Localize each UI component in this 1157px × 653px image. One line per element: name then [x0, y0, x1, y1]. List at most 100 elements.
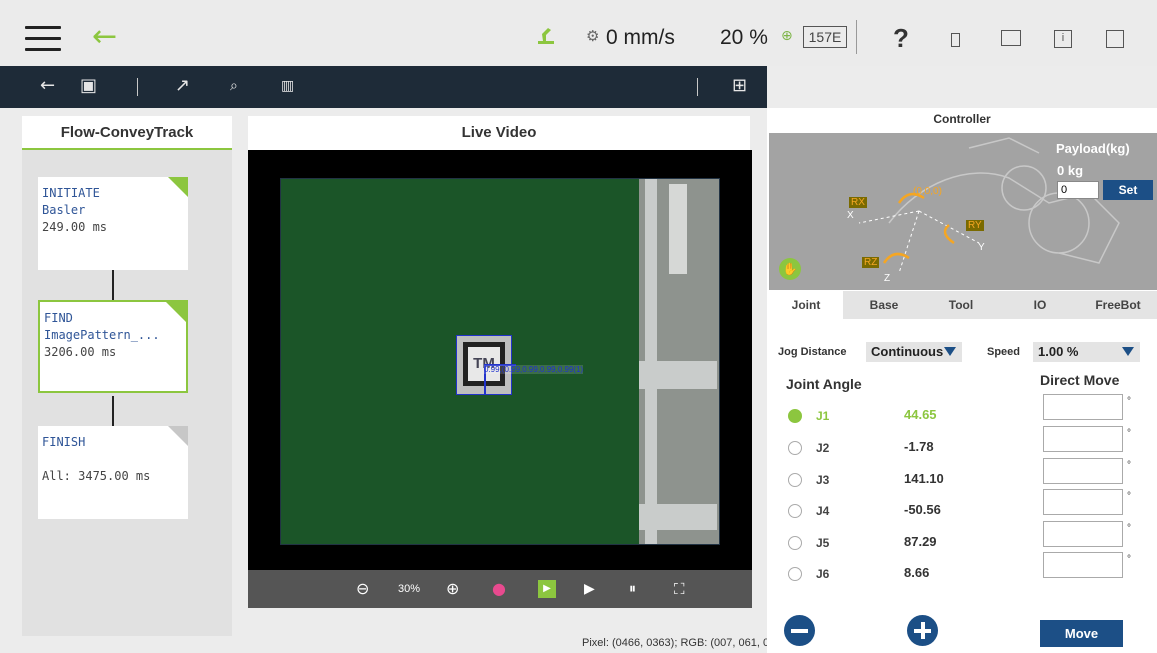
tab-freebot[interactable]: FreeBot	[1079, 291, 1157, 319]
joint-name: J6	[816, 567, 830, 581]
pattern-icon[interactable]: ⌕	[230, 75, 238, 97]
freebot-icon[interactable]: ✋	[779, 258, 801, 280]
direct-move-title: Direct Move	[1040, 372, 1120, 388]
joint-name: J5	[816, 536, 830, 550]
grid-icon[interactable]: ⊞	[732, 75, 747, 97]
flow-node-initiate[interactable]: INITIATE Basler 249.00 ms	[38, 177, 188, 270]
payload-set-button[interactable]: Set	[1103, 180, 1153, 200]
robot-status-icon	[538, 28, 554, 44]
speed-percent: 20 %	[720, 26, 768, 49]
display-icon[interactable]	[1001, 30, 1021, 46]
degree-unit: °	[1127, 491, 1131, 502]
pause-icon[interactable]: ⏸	[629, 580, 636, 598]
pixel-info: Pixel: (0466, 0363); RGB: (007, 061, 028…	[582, 637, 789, 649]
node-time: All: 3475.00 ms	[42, 469, 151, 483]
video-controls: ⊖ 30% ⊕ ● ▶ ▶ ⏸ ⛶	[248, 570, 752, 608]
back-icon[interactable]: ←	[40, 75, 55, 97]
flow-title: Flow-ConveyTrack	[22, 116, 232, 150]
degree-unit: °	[1127, 428, 1131, 439]
divider	[856, 20, 857, 54]
save-icon[interactable]: ▣	[80, 75, 97, 97]
joint-radio[interactable]	[788, 473, 802, 487]
tab-tool[interactable]: Tool	[926, 291, 996, 319]
degree-unit: °	[1127, 523, 1131, 534]
joint-row-j1: J1 44.65 °	[786, 394, 1156, 428]
controller-title: Controller	[933, 112, 991, 126]
speed-select-value: 1.00 %	[1038, 344, 1079, 359]
color-wheel-icon[interactable]: ●	[492, 580, 506, 598]
joint-value: 44.65	[904, 407, 937, 422]
direct-move-input[interactable]	[1043, 521, 1123, 547]
flow-node-find[interactable]: FIND ImagePattern_... 3206.00 ms	[38, 300, 188, 393]
payload-label: Payload(kg)	[1056, 141, 1130, 156]
flow-connector	[112, 270, 114, 300]
external-io-icon: ⊕	[781, 28, 793, 44]
axis-label-z: Z	[884, 273, 891, 284]
tab-base[interactable]: Base	[849, 291, 919, 319]
direct-move-input[interactable]	[1043, 394, 1123, 420]
joint-radio[interactable]	[788, 536, 802, 550]
menu-icon[interactable]	[25, 26, 61, 52]
joint-row-j4: J4 -50.56 °	[786, 489, 1156, 523]
zoom-out-icon[interactable]: ⊖	[356, 580, 369, 598]
payload-value: 0 kg	[1057, 163, 1084, 178]
barcode-icon[interactable]: ▥	[281, 75, 294, 97]
chevron-down-icon	[944, 347, 956, 356]
joint-value: -1.78	[904, 439, 934, 454]
flow-connector	[112, 396, 114, 426]
jog-distance-label: Jog Distance	[778, 346, 847, 358]
divider	[137, 78, 138, 96]
node-time: 249.00 ms	[42, 220, 108, 234]
trend-icon[interactable]: ↗	[175, 75, 190, 97]
jog-minus-button[interactable]	[784, 615, 815, 646]
direct-move-input[interactable]	[1043, 489, 1123, 515]
flow-node-finish[interactable]: FINISH All: 3475.00 ms	[38, 426, 188, 519]
controller-tabs: Joint Base Tool IO FreeBot	[769, 291, 1157, 319]
node-name: ImagePattern_...	[44, 328, 160, 342]
node-type: INITIATE	[42, 186, 100, 200]
play-icon[interactable]: ▶	[538, 580, 556, 598]
pattern-score-label: 0.99,(0.99,0.99,0.99,0.99(1)	[484, 365, 584, 374]
speed-icon: ⚙	[586, 27, 600, 45]
node-time: 3206.00 ms	[44, 345, 117, 359]
joint-name: J2	[816, 441, 830, 455]
chevron-down-icon	[1122, 347, 1134, 356]
joint-name: J4	[816, 504, 830, 518]
degree-unit: °	[1127, 554, 1131, 565]
jog-plus-button[interactable]	[907, 615, 938, 646]
fullscreen-icon[interactable]: ⛶	[674, 580, 685, 598]
direct-move-input[interactable]	[1043, 552, 1123, 578]
divider	[697, 78, 698, 96]
zoom-in-icon[interactable]: ⊕	[446, 580, 459, 598]
axis-label-x: X	[847, 210, 854, 221]
top-bar: ← ⚙ 0 mm/s 20 % ⊕ 157E ? i	[0, 0, 1157, 66]
move-button[interactable]: Move	[1040, 620, 1123, 647]
error-code-badge[interactable]: 157E	[803, 26, 847, 48]
axis-label-y: Y	[978, 242, 985, 253]
log-icon[interactable]	[1106, 30, 1124, 48]
joint-name: J3	[816, 473, 830, 487]
controller-icon[interactable]	[951, 33, 960, 47]
info-icon[interactable]: i	[1054, 30, 1072, 48]
direct-move-input[interactable]	[1043, 426, 1123, 452]
axis-label-origin: (0,0,0)	[913, 186, 942, 197]
joint-radio[interactable]	[788, 409, 802, 423]
direct-move-input[interactable]	[1043, 458, 1123, 484]
joint-value: -50.56	[904, 502, 941, 517]
node-name: Basler	[42, 203, 86, 217]
payload-input[interactable]: 0	[1057, 181, 1099, 199]
joint-radio[interactable]	[788, 504, 802, 518]
speed-select[interactable]: 1.00 %	[1033, 342, 1140, 362]
node-type: FINISH	[42, 435, 86, 449]
tab-joint[interactable]: Joint	[769, 291, 843, 319]
joint-radio[interactable]	[788, 441, 802, 455]
tab-io[interactable]: IO	[1005, 291, 1075, 319]
axis-label-rz: RZ	[862, 257, 880, 268]
step-icon[interactable]: ▶	[584, 580, 595, 598]
help-icon[interactable]: ?	[893, 23, 909, 54]
zoom-level: 30%	[398, 583, 421, 595]
joint-radio[interactable]	[788, 567, 802, 581]
degree-unit: °	[1127, 396, 1131, 407]
back-arrow-icon[interactable]: ←	[92, 22, 117, 52]
jog-distance-select[interactable]: Continuous	[866, 342, 962, 362]
